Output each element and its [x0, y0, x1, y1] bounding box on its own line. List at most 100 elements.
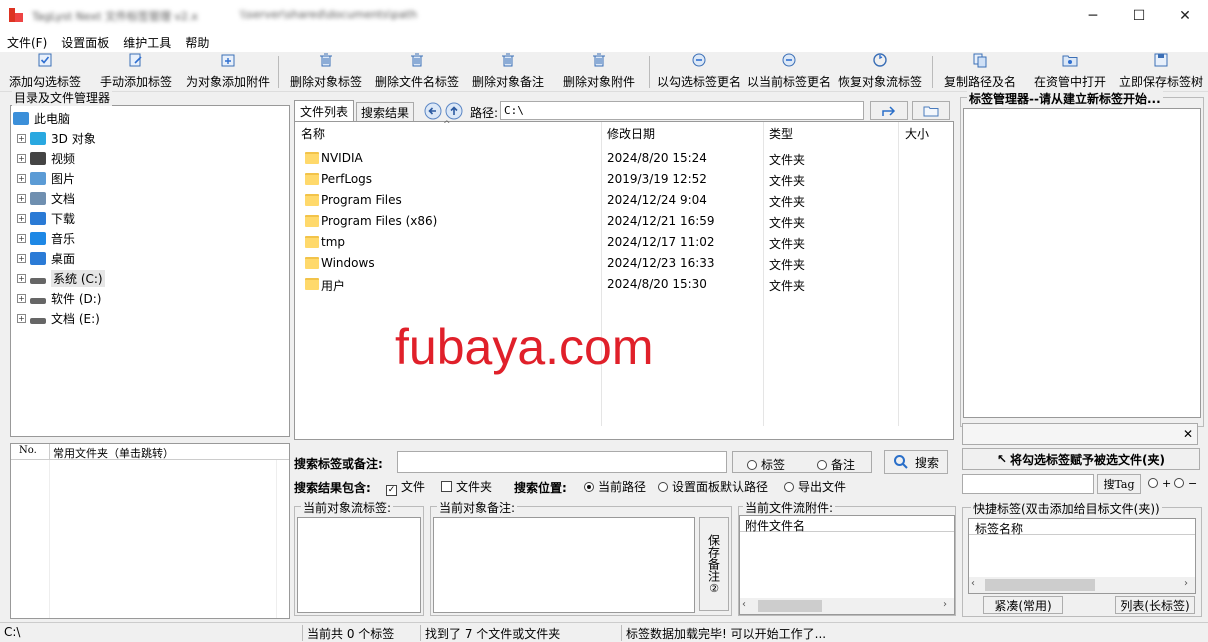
- expand-icon[interactable]: +: [17, 193, 26, 203]
- tree-item[interactable]: + 系统 (C:): [17, 268, 105, 288]
- col-type[interactable]: 类型: [769, 122, 793, 144]
- compact-button[interactable]: 紧凑(常用): [983, 596, 1063, 614]
- tab-file-list[interactable]: 文件列表: [294, 100, 354, 121]
- radio-current-path[interactable]: 当前路径: [584, 478, 646, 495]
- toolbar-label: 立即保存标签树: [1118, 75, 1203, 89]
- tree-item[interactable]: + 音乐: [17, 228, 75, 248]
- file-row[interactable]: Windows 2024/12/23 16:33 文件夹: [295, 253, 951, 274]
- toolbar-button-9[interactable]: 以当前标签更名: [739, 53, 839, 90]
- include-folder-checkbox[interactable]: 文件夹: [441, 478, 492, 495]
- file-row[interactable]: tmp 2024/12/17 11:02 文件夹: [295, 232, 951, 253]
- attach-hscrollbar[interactable]: ‹ ›: [740, 598, 954, 614]
- col-date[interactable]: 修改日期: [607, 122, 655, 144]
- tree-item[interactable]: + 图片: [17, 168, 75, 188]
- favorites-list[interactable]: No. 常用文件夹（单击跳转）: [10, 443, 290, 619]
- directory-tree[interactable]: 此电脑 +3D 对象 + 视频 + 图片 + 文档 + 下载 + 音乐 + 桌面 + 系统 (C:) + 软件 (…: [10, 105, 290, 437]
- tab-search-results[interactable]: 搜索结果: [356, 102, 414, 121]
- tree-item[interactable]: + 桌面: [17, 248, 75, 268]
- list-button[interactable]: 列表(长标签): [1115, 596, 1195, 614]
- col-name[interactable]: 名称: [301, 122, 325, 144]
- attach-col-header[interactable]: 附件文件名: [740, 516, 954, 533]
- tag-tree[interactable]: [963, 108, 1201, 418]
- minimize-button[interactable]: ─: [1070, 0, 1116, 32]
- toolbar-button-5[interactable]: 删除文件名标签: [367, 53, 467, 90]
- close-button[interactable]: ✕: [1162, 0, 1208, 32]
- stream-tags-list[interactable]: [297, 517, 421, 613]
- fav-col-folder[interactable]: 常用文件夹（单击跳转）: [53, 445, 174, 461]
- attachments-list[interactable]: 附件文件名 ‹ ›: [739, 515, 955, 615]
- radio-default-path[interactable]: 设置面板默认路径: [658, 478, 768, 495]
- toolbar-button-1[interactable]: 添加勾选标签: [0, 53, 95, 90]
- toolbar-button-3[interactable]: 为对象添加附件: [178, 54, 278, 90]
- toolbar-button-8[interactable]: 以勾选标签更名: [649, 53, 749, 90]
- go-button[interactable]: [870, 101, 908, 120]
- expand-icon[interactable]: +: [17, 273, 26, 283]
- note-title: 当前对象备注:: [437, 499, 518, 516]
- path-input[interactable]: C:\: [500, 101, 864, 120]
- file-row[interactable]: 用户 2024/8/20 15:30 文件夹: [295, 274, 951, 295]
- maximize-button[interactable]: ☐: [1116, 0, 1162, 32]
- toolbar-button-4[interactable]: 删除对象标签: [276, 53, 376, 90]
- toolbar-button-2[interactable]: 手动添加标签: [86, 53, 186, 90]
- menu-maintenance[interactable]: 维护工具: [116, 34, 178, 51]
- file-row[interactable]: Program Files 2024/12/24 9:04 文件夹: [295, 190, 951, 211]
- include-file-checkbox[interactable]: ✓ 文件: [386, 478, 425, 496]
- expand-icon[interactable]: +: [17, 213, 26, 223]
- tag-search-input[interactable]: [962, 474, 1094, 494]
- toolbar-separator: [649, 56, 650, 88]
- back-button[interactable]: [424, 102, 442, 120]
- browse-folder-button[interactable]: [912, 101, 950, 120]
- file-row[interactable]: Program Files (x86) 2024/12/21 16:59 文件夹: [295, 211, 951, 232]
- menu-file[interactable]: 文件(F): [0, 34, 54, 51]
- tree-item[interactable]: + 视频: [17, 148, 75, 168]
- expand-icon[interactable]: +: [17, 233, 26, 243]
- toolbar-button-13[interactable]: 立即保存标签树: [1111, 53, 1208, 90]
- col-size[interactable]: 大小: [905, 122, 929, 144]
- file-list[interactable]: ^ 名称 修改日期 类型 大小 fubaya.com NVIDIA 2024/8/…: [294, 120, 954, 440]
- search-tag-button[interactable]: 搜Tag: [1097, 474, 1141, 494]
- tag-input[interactable]: ✕: [962, 423, 1198, 445]
- tree-item[interactable]: + 下载: [17, 208, 75, 228]
- radio-minus[interactable]: −: [1174, 477, 1197, 490]
- expand-icon[interactable]: +: [17, 253, 26, 263]
- expand-icon[interactable]: +: [17, 133, 26, 143]
- radio-note[interactable]: 备注: [817, 456, 855, 473]
- tree-item[interactable]: + 软件 (D:): [17, 288, 101, 308]
- tree-item[interactable]: + 文档: [17, 188, 75, 208]
- note-textarea[interactable]: [433, 517, 695, 613]
- search-input[interactable]: [397, 451, 727, 473]
- expand-icon[interactable]: +: [17, 293, 26, 303]
- quick-tags-list[interactable]: 标签名称 ‹ ›: [968, 518, 1196, 594]
- fav-col-no[interactable]: No.: [19, 445, 37, 456]
- toolbar-button-11[interactable]: 复制路径及名: [930, 53, 1030, 90]
- tree-item[interactable]: + 文档 (E:): [17, 308, 100, 328]
- menu-help[interactable]: 帮助: [178, 34, 216, 51]
- toolbar-button-6[interactable]: 删除对象备注: [458, 53, 558, 90]
- file-row[interactable]: NVIDIA 2024/8/20 15:24 文件夹: [295, 148, 951, 169]
- menu-settings[interactable]: 设置面板: [54, 34, 116, 51]
- status-path: C:\: [4, 625, 21, 639]
- toolbar-button-7[interactable]: 删除对象附件: [549, 53, 649, 90]
- search-button[interactable]: 搜索: [884, 450, 948, 474]
- tree-item[interactable]: 此电脑: [13, 108, 70, 128]
- file-row[interactable]: PerfLogs 2019/3/19 12:52 文件夹: [295, 169, 951, 190]
- save-note-button[interactable]: 保存备注 ②: [699, 517, 729, 611]
- quick-col-header[interactable]: 标签名称: [969, 519, 1195, 536]
- radio-tag[interactable]: 标签: [747, 456, 785, 473]
- file-type: 文件夹: [769, 174, 806, 188]
- quick-hscrollbar[interactable]: ‹ ›: [969, 577, 1195, 593]
- window-subtitle: \\server\shared\documents\path: [240, 8, 418, 21]
- expand-icon[interactable]: +: [17, 173, 26, 183]
- attachments-title: 当前文件流附件:: [743, 499, 836, 516]
- up-button[interactable]: [445, 102, 463, 120]
- tree-item[interactable]: +3D 对象: [17, 128, 96, 148]
- assign-tags-button[interactable]: ↖ 将勾选标签赋予被选文件(夹): [962, 448, 1200, 470]
- radio-plus[interactable]: +: [1148, 477, 1171, 490]
- file-date: 2024/8/20 15:24: [607, 151, 707, 165]
- toolbar-button-10[interactable]: 恢复对象流标签: [830, 53, 930, 90]
- clear-icon[interactable]: ✕: [1183, 427, 1193, 441]
- radio-export-file[interactable]: 导出文件: [784, 478, 846, 495]
- expand-icon[interactable]: +: [17, 313, 26, 323]
- expand-icon[interactable]: +: [17, 153, 26, 163]
- toolbar-button-12[interactable]: 在资管中打开: [1020, 54, 1120, 90]
